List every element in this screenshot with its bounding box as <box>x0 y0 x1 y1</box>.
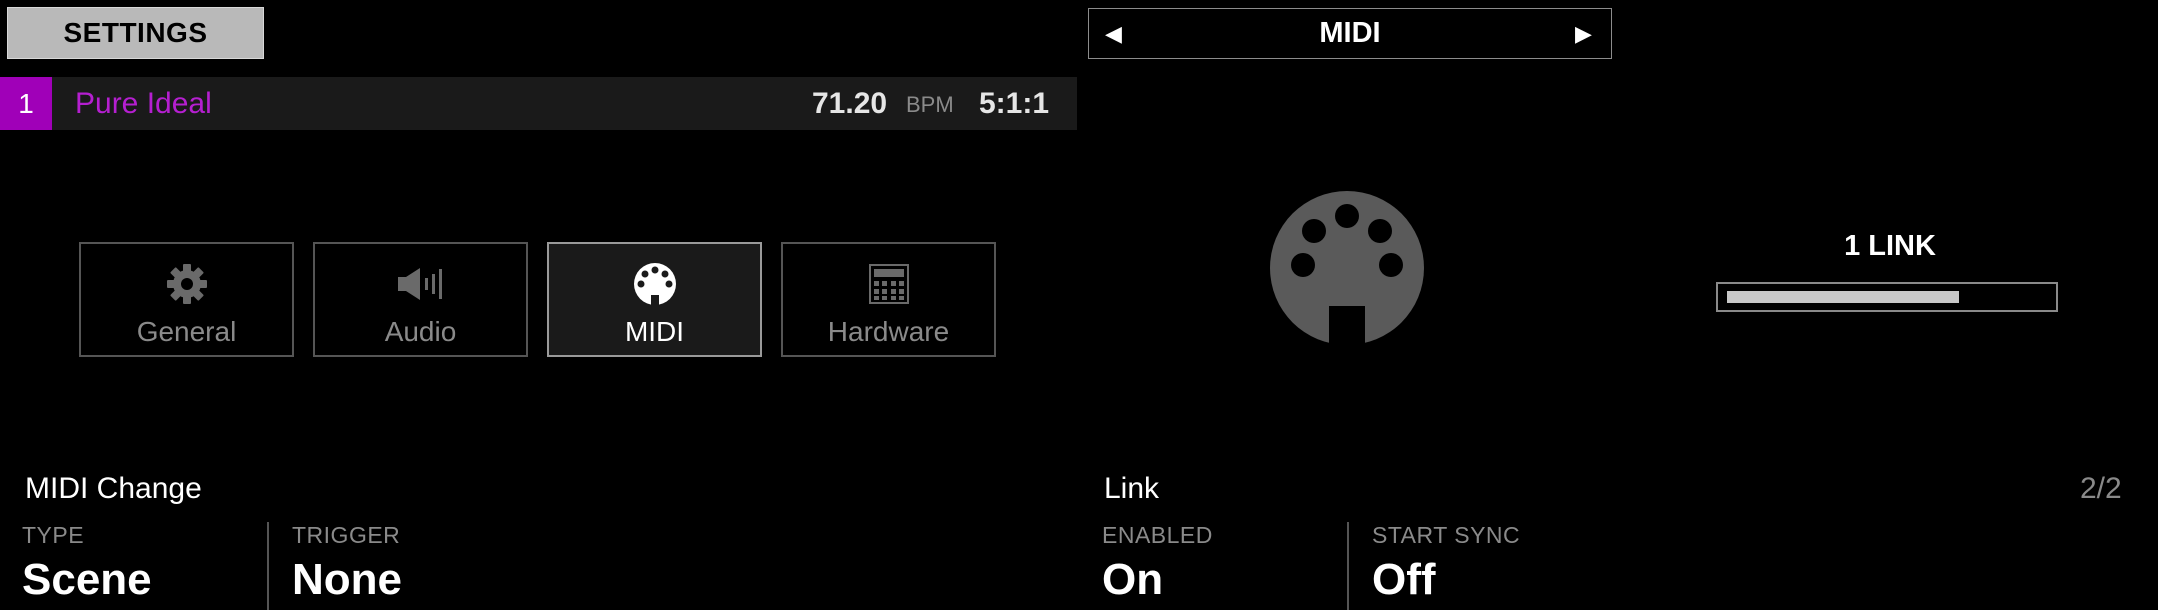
param-label-trigger: TRIGGER <box>292 522 401 548</box>
param-label-enabled: ENABLED <box>1102 522 1213 548</box>
tab-audio[interactable]: Audio <box>313 242 528 357</box>
param-label-start-sync: START SYNC <box>1372 522 1521 548</box>
param-divider <box>1347 522 1349 610</box>
project-number-badge: 1 <box>0 77 52 130</box>
midi-connector-icon <box>1269 190 1425 351</box>
param-value-type[interactable]: Scene <box>22 555 152 605</box>
param-value-enabled[interactable]: On <box>1102 555 1163 605</box>
link-meter-fill <box>1727 291 1959 303</box>
page-title: MIDI <box>1319 17 1381 49</box>
tab-midi[interactable]: MIDI <box>547 242 762 357</box>
param-value-start-sync[interactable]: Off <box>1372 555 1436 605</box>
song-position: 5:1:1 <box>979 87 1050 120</box>
settings-button[interactable]: SETTINGS <box>7 7 264 59</box>
project-name: Pure Ideal <box>75 87 212 120</box>
tempo-value: 71.20 <box>812 87 888 120</box>
tab-general[interactable]: General <box>79 242 294 357</box>
tab-midi-label: MIDI <box>624 316 685 347</box>
param-label-type: TYPE <box>22 522 85 548</box>
section-title-link: Link <box>1104 472 1160 505</box>
hardware-icon <box>868 262 909 306</box>
speaker-icon <box>396 262 446 306</box>
tab-general-label: General <box>136 316 237 347</box>
prev-page-arrow-icon[interactable]: ◀ <box>1105 8 1122 59</box>
tab-hardware-label: Hardware <box>827 316 950 347</box>
tempo-unit: BPM <box>906 92 954 117</box>
page-indicator: 2/2 <box>2080 472 2122 505</box>
tab-audio-label: Audio <box>384 316 457 347</box>
param-divider <box>267 522 269 610</box>
midi-connector-icon <box>633 262 677 306</box>
param-value-trigger[interactable]: None <box>292 555 402 605</box>
tab-hardware[interactable]: Hardware <box>781 242 996 357</box>
link-count-label: 1 LINK <box>1844 230 1936 262</box>
next-page-arrow-icon[interactable]: ▶ <box>1575 8 1592 59</box>
gear-icon <box>165 262 209 306</box>
section-title-midi-change: MIDI Change <box>25 472 202 505</box>
